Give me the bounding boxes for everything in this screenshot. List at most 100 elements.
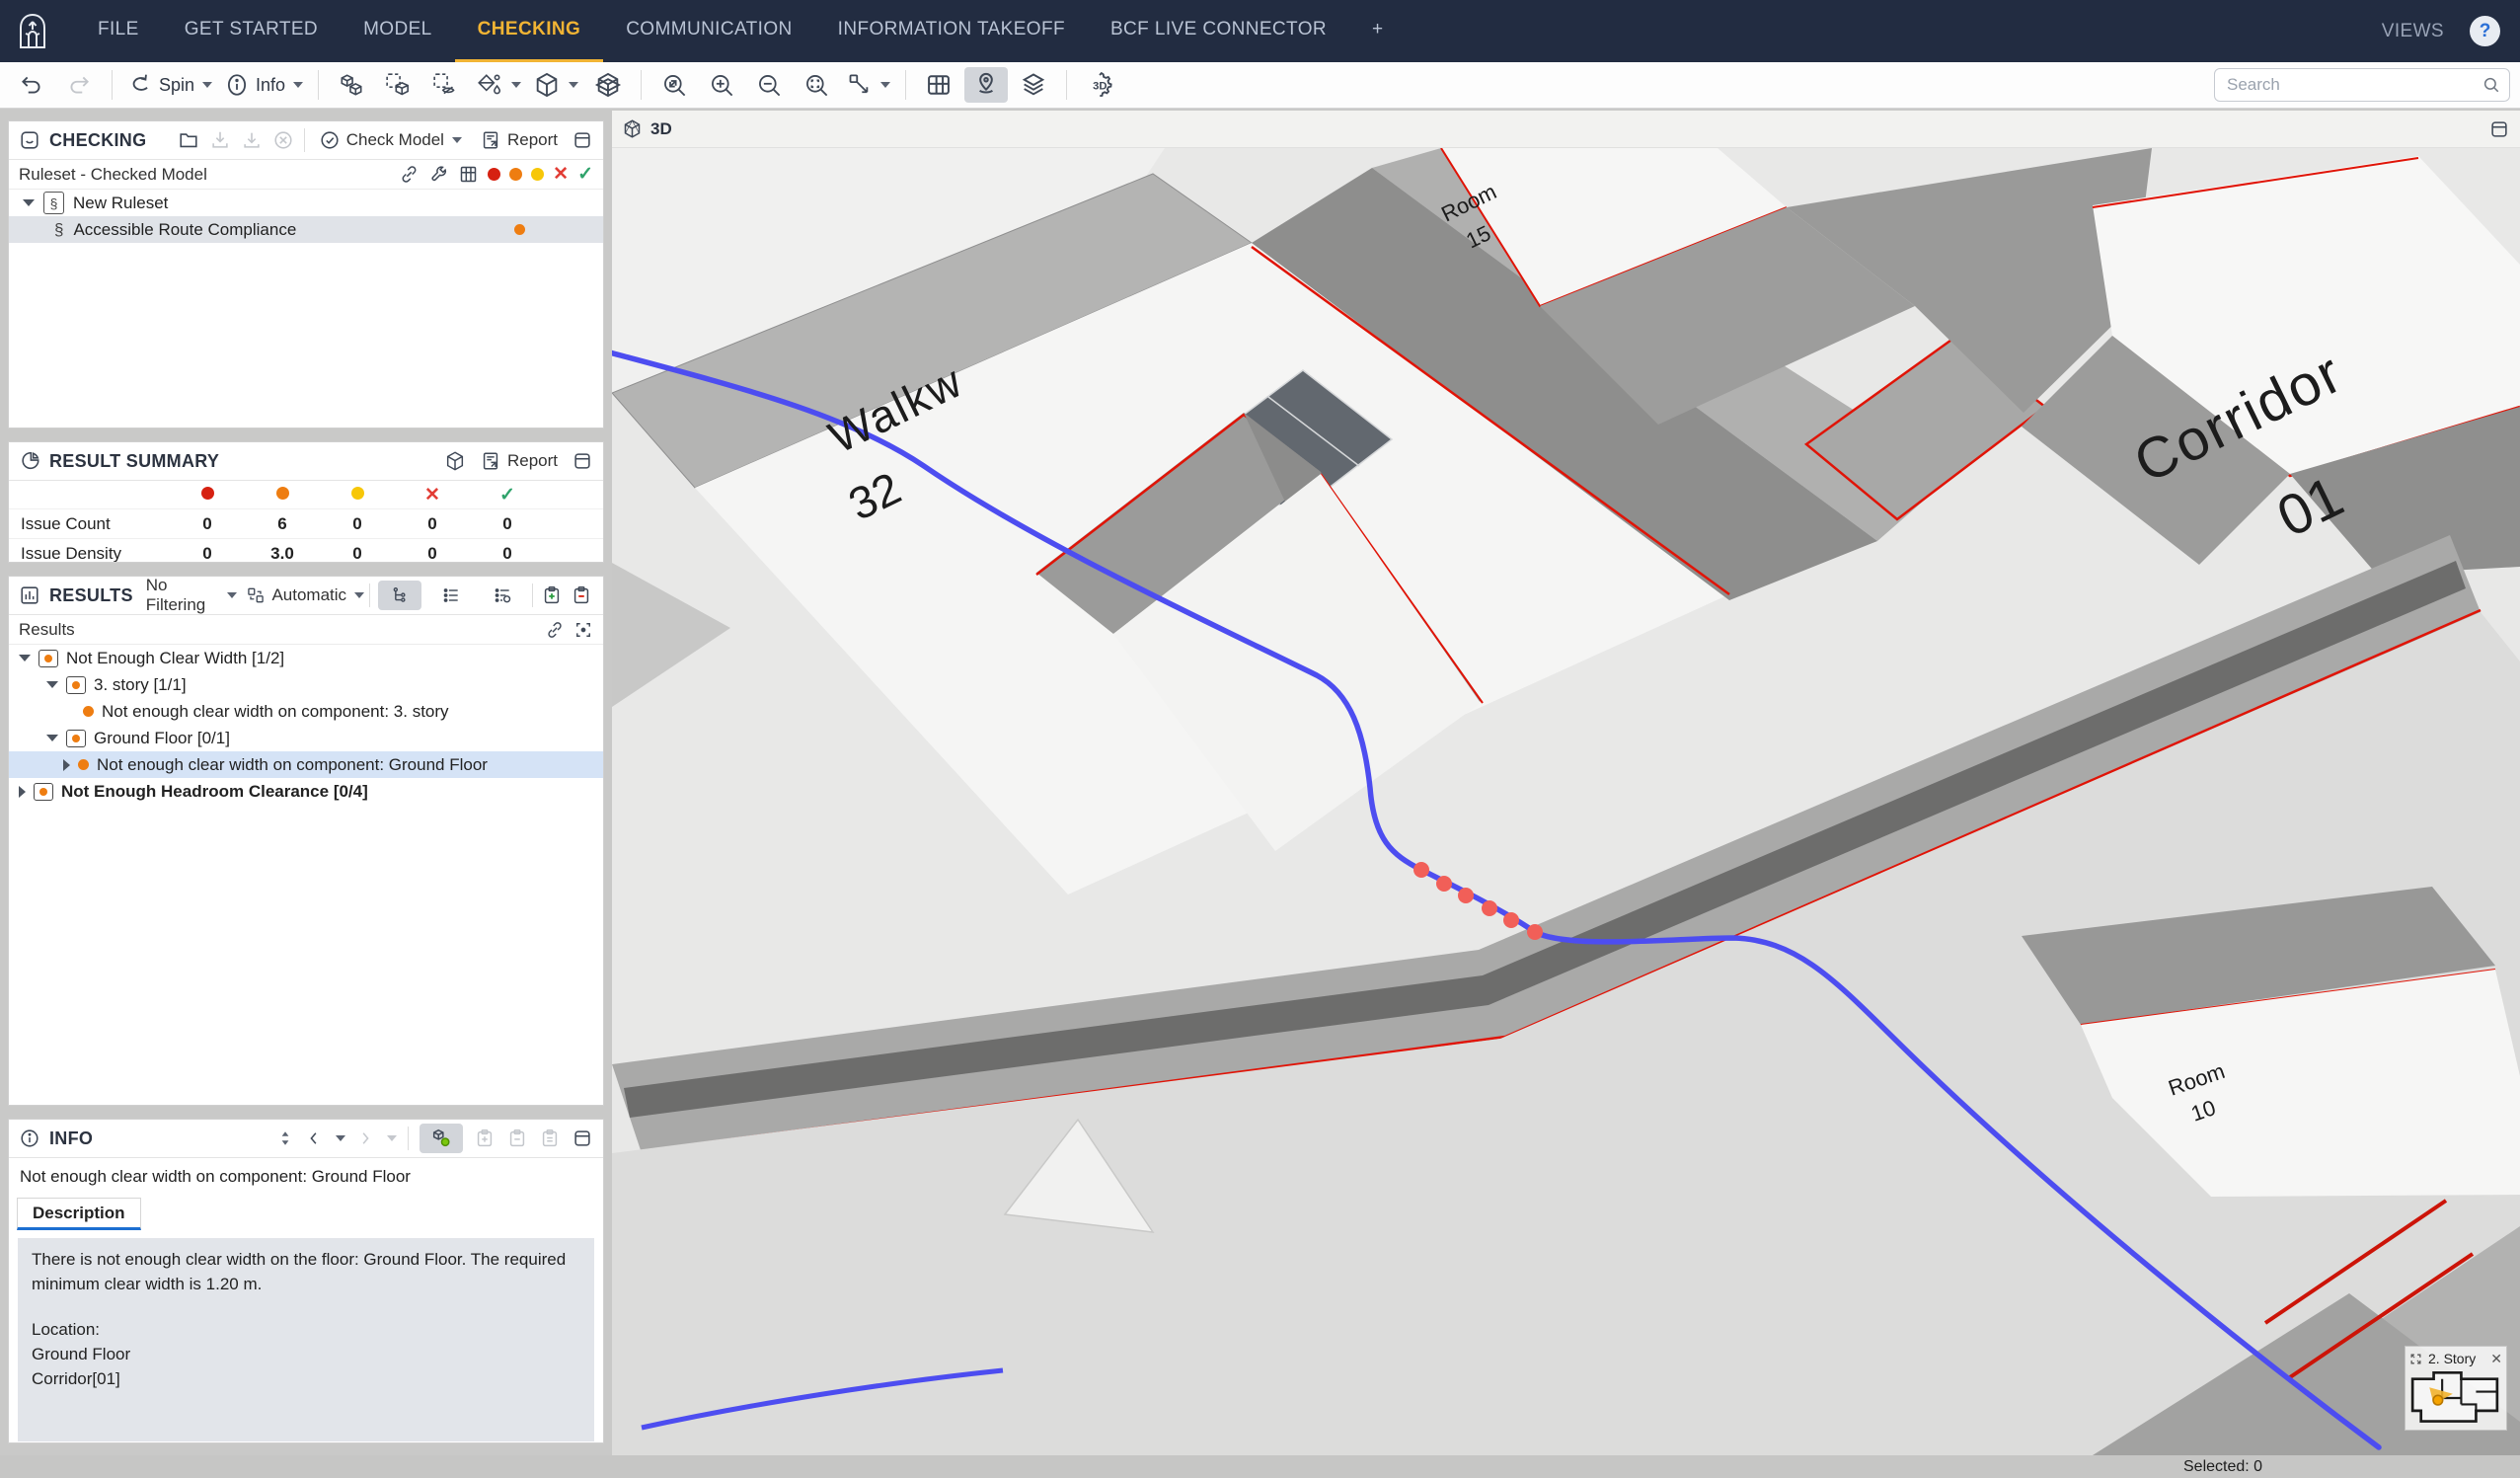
result-issue-row[interactable]: Not enough clear width on component: 3. … [9,698,603,725]
menu-item-file[interactable]: FILE [75,0,162,62]
auto-update-button[interactable] [420,1124,463,1153]
next-icon[interactable] [356,1129,374,1147]
accepted-icon[interactable]: ✓ [577,163,593,186]
filtering-dropdown[interactable]: No Filtering [142,581,242,610]
info-dropdown-caret[interactable] [293,82,303,88]
export-icon[interactable] [241,129,263,151]
colorize-button[interactable] [472,67,525,103]
hide-selection-button[interactable] [424,67,468,103]
search-input[interactable] [2214,68,2510,102]
redo-button[interactable] [57,67,101,103]
expander-icon[interactable] [19,655,31,661]
menu-item-checking[interactable]: CHECKING [455,0,604,62]
minimap-expand-icon[interactable] [2409,1353,2422,1365]
grid-view-button[interactable] [917,67,960,103]
select-dropdown-caret[interactable] [880,82,890,88]
slides-list-icon[interactable] [600,584,604,606]
zoom-selected-button[interactable] [795,67,838,103]
result-group-row[interactable]: Not Enough Headroom Clearance [0/4] [9,778,603,805]
list-view-button[interactable] [429,581,473,610]
check-model-button[interactable]: Check Model [315,125,466,155]
import-icon[interactable] [209,129,231,151]
rule-tree-row-selected[interactable]: § Accessible Route Compliance [9,216,603,243]
expander-icon[interactable] [63,759,70,771]
link-icon[interactable] [399,164,420,185]
rejected-icon[interactable]: ✕ [553,163,569,186]
link-icon[interactable] [545,620,565,640]
rule-table-icon[interactable] [458,164,479,185]
info-tool-button[interactable]: Info [220,67,307,103]
add-slide-icon[interactable] [541,584,563,606]
ruleset-tree-row[interactable]: § New Ruleset [9,190,603,216]
next-caret[interactable] [387,1135,397,1141]
check-model-caret[interactable] [452,137,462,143]
expander-icon[interactable] [46,735,58,741]
help-button[interactable]: ? [2470,16,2500,46]
panel-menu-icon[interactable] [572,450,593,472]
menu-item-communication[interactable]: COMMUNICATION [603,0,814,62]
open-ruleset-icon[interactable] [178,129,199,151]
add-slide-icon[interactable] [474,1128,496,1149]
views-menu[interactable]: VIEWS [2382,21,2444,42]
menu-item-bcf-live-connector[interactable]: BCF LIVE CONNECTOR [1088,0,1349,62]
expander-icon[interactable] [19,786,26,798]
show-in-3d-icon[interactable] [444,450,466,472]
wrench-icon[interactable] [428,164,449,185]
expander-icon[interactable] [46,681,58,688]
zoom-out-button[interactable] [747,67,791,103]
3d-viewport[interactable]: Walkw 32 Room 15 Corridor 01 Room 10 2. … [612,148,2520,1455]
previous-icon[interactable] [305,1129,323,1147]
zoom-fit-button[interactable] [652,67,696,103]
list-settings-button[interactable] [481,581,524,610]
result-group-row[interactable]: 3. story [1/1] [9,671,603,698]
spin-dropdown-caret[interactable] [202,82,212,88]
remove-slide-icon[interactable] [571,584,592,606]
select-tool-button[interactable] [842,67,894,103]
results-panel-header: RESULTS No Filtering Automatic [9,577,603,615]
minimap-close-icon[interactable]: ✕ [2490,1352,2502,1365]
menu-item-get-started[interactable]: GET STARTED [162,0,341,62]
result-issue-row-selected[interactable]: Not enough clear width on component: Gro… [9,751,603,778]
menu-item-information-takeoff[interactable]: INFORMATION TAKEOFF [815,0,1088,62]
menu-item-add-tab[interactable]: + [1349,0,1407,62]
show-selection-button[interactable] [377,67,420,103]
cancel-check-icon[interactable] [272,129,294,151]
zoom-in-button[interactable] [700,67,743,103]
3d-settings-button[interactable]: 3D [1078,67,1121,103]
colorize-dropdown-caret[interactable] [511,82,521,88]
issue-density-moderate: 3.0 [245,539,320,564]
check-model-label: Check Model [346,130,444,150]
walk-mode-button[interactable] [964,67,1008,103]
critical-severity-dot[interactable] [488,168,500,181]
show-all-components-button[interactable] [330,67,373,103]
remove-slide-icon[interactable] [506,1128,528,1149]
spin-tool-button[interactable]: Spin [123,67,216,103]
menu-item-model[interactable]: MODEL [341,0,455,62]
layers-button[interactable] [1012,67,1055,103]
panel-menu-icon[interactable] [572,1128,593,1149]
focus-selection-icon[interactable] [573,620,593,640]
grouping-dropdown[interactable]: Automatic [249,581,361,610]
view-dropdown-caret[interactable] [569,82,578,88]
results-panel: RESULTS No Filtering Automatic [8,576,604,1106]
minimap-overlay[interactable]: 2. Story ✕ [2405,1346,2507,1431]
result-group-row[interactable]: Not Enough Clear Width [1/2] [9,645,603,671]
tree-view-button[interactable] [378,581,421,610]
checking-report-button[interactable]: Report [476,125,562,155]
moderate-severity-dot[interactable] [509,168,522,181]
previous-caret[interactable] [336,1135,345,1141]
result-group-row[interactable]: Ground Floor [0/1] [9,725,603,751]
grouping-label: Automatic [271,585,346,605]
zoom-in-icon [709,72,735,99]
summary-report-button[interactable]: Report [476,446,562,476]
expander-icon[interactable] [23,199,35,206]
sort-icon[interactable] [276,1128,294,1148]
slides-list-icon[interactable] [539,1128,561,1149]
panel-menu-icon[interactable] [2488,118,2510,140]
tab-description[interactable]: Description [17,1198,141,1230]
section-box-button[interactable] [586,67,630,103]
undo-button[interactable] [10,67,53,103]
panel-menu-icon[interactable] [572,129,593,151]
low-severity-dot[interactable] [531,168,544,181]
view-cube-button[interactable] [529,67,582,103]
